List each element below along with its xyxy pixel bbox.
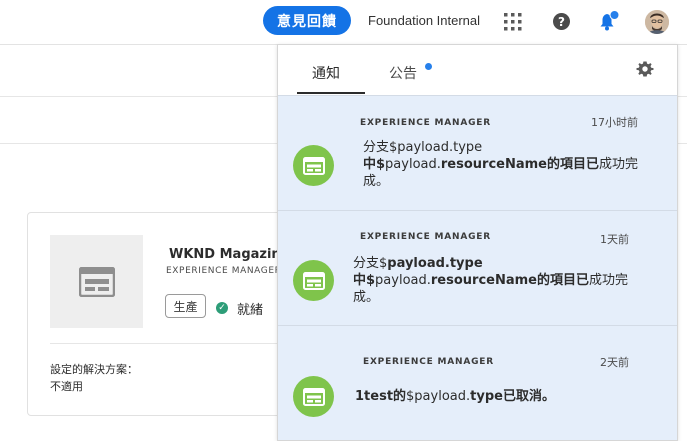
feedback-button[interactable]: 意見回饋 [263,6,351,35]
notification-message: 分支$payload.type 中$payload.resourceName的項… [363,140,639,189]
tab-notifications[interactable]: 通知 [312,63,340,83]
web-page-icon [302,271,325,290]
product-icon [293,145,334,186]
program-product: EXPERIENCE MANAGER [166,266,282,276]
notification-panel: 通知 公告 EXPERIENCE MANAGER 17小时前 分支$payloa… [277,44,678,441]
org-switcher[interactable]: Foundation Internal [368,13,480,28]
notification-item[interactable]: EXPERIENCE MANAGER 2天前 1test的$payload.ty… [278,325,677,440]
notification-source: EXPERIENCE MANAGER [360,118,491,128]
notification-time: 1天前 [600,233,629,246]
notification-source: EXPERIENCE MANAGER [360,232,491,242]
notification-bell-icon[interactable] [598,10,620,32]
solution-label: 設定的解決方案： [50,363,138,376]
program-thumbnail [50,235,143,328]
top-bar: 意見回饋 Foundation Internal ? [0,0,687,45]
web-page-icon [302,387,325,406]
web-page-icon [302,156,325,175]
product-icon [293,260,334,301]
environment-tag: 生產 [165,294,206,318]
panel-tabs: 通知 公告 [278,45,677,95]
tab-announcements[interactable]: 公告 [389,63,417,83]
notification-item[interactable]: EXPERIENCE MANAGER 1天前 分支$payload.type 中… [278,210,677,326]
notification-time: 2天前 [600,356,629,369]
web-page-icon [78,266,115,297]
notification-item[interactable]: EXPERIENCE MANAGER 17小时前 分支$payload.type… [278,95,677,211]
notification-source: EXPERIENCE MANAGER [363,357,494,367]
gear-icon[interactable] [636,60,654,78]
notification-time: 17小时前 [591,116,638,129]
user-avatar[interactable] [645,10,669,34]
card-divider [50,343,310,344]
notification-message: 分支$payload.type 中$payload.resourceName的項… [353,256,629,305]
program-title[interactable]: WKND Magazine [169,247,290,262]
check-circle-icon: ✓ [216,302,228,314]
unread-badge [425,63,432,70]
solution-value: 不適用 [50,380,83,393]
help-icon[interactable]: ? [553,13,570,30]
status-label: 就緒 [237,303,264,318]
apps-grid-icon[interactable] [504,13,522,31]
notification-message: 1test的$payload.type已取消。 [355,389,555,404]
active-tab-indicator [297,92,365,94]
product-icon [293,376,334,417]
